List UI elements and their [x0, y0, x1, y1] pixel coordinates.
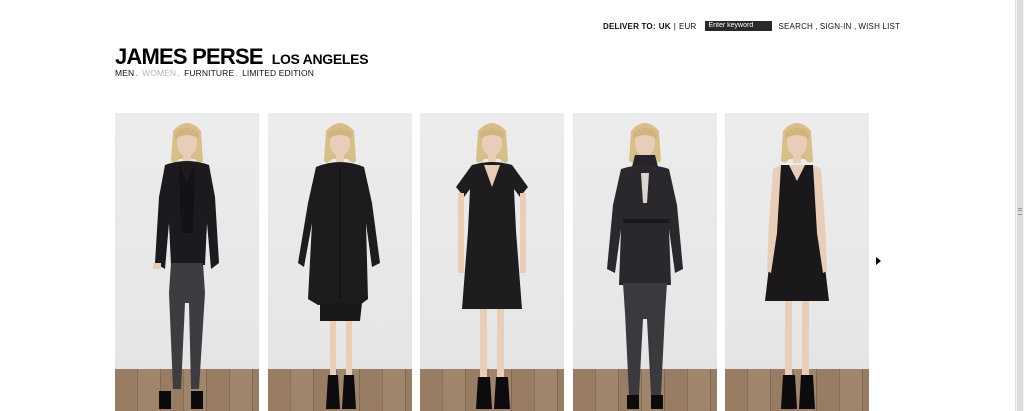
scrollbar-grip-icon: [1018, 208, 1022, 215]
utility-bar: DELIVER TO: UK | EUR SEARCH , SIGN-IN , …: [603, 19, 900, 33]
page: DELIVER TO: UK | EUR SEARCH , SIGN-IN , …: [0, 0, 1024, 411]
currency-selector[interactable]: EUR: [679, 22, 697, 31]
nav-item-furniture[interactable]: FURNITURE: [184, 68, 234, 78]
model-image: [606, 123, 683, 409]
logo-city: LOS ANGELES: [271, 51, 369, 67]
lookbook-item[interactable]: [725, 113, 869, 411]
country-selector[interactable]: UK: [659, 22, 671, 31]
nav-item-men[interactable]: MEN: [115, 68, 134, 78]
scrollbar-thumb[interactable]: [1017, 0, 1023, 411]
logo-brand: JAMES PERSE: [115, 44, 264, 69]
deliver-to-label: DELIVER TO:: [603, 21, 656, 31]
utility-comma: ,: [851, 21, 857, 31]
lookbook-carousel: [115, 113, 869, 411]
scrollbar[interactable]: [1015, 0, 1024, 411]
nav-item-limited-edition[interactable]: LIMITED EDITION: [242, 68, 314, 78]
lookbook-item[interactable]: [572, 113, 717, 411]
model-image: [153, 123, 219, 409]
lookbook-item[interactable]: [267, 113, 412, 411]
sign-in-link[interactable]: SIGN-IN: [820, 22, 852, 31]
chevron-right-icon[interactable]: [876, 257, 881, 265]
search-input[interactable]: [705, 21, 773, 31]
wish-list-link[interactable]: WISH LIST: [858, 22, 900, 31]
search-link[interactable]: SEARCH: [778, 22, 813, 31]
model-image: [765, 123, 829, 409]
lookbook-item[interactable]: [420, 113, 564, 411]
model-image: [297, 123, 380, 409]
category-nav: MEN. WOMEN. FURNITURE. LIMITED EDITION: [115, 68, 314, 78]
utility-separator: |: [673, 21, 676, 31]
model-image: [456, 123, 528, 409]
lookbook-item[interactable]: [115, 113, 259, 411]
nav-separator: .: [235, 68, 238, 78]
utility-comma: ,: [813, 21, 818, 31]
nav-separator: .: [135, 68, 138, 78]
site-logo[interactable]: JAMES PERSE LOS ANGELES: [115, 44, 369, 70]
nav-item-women[interactable]: WOMEN: [142, 68, 176, 78]
nav-separator: .: [177, 68, 180, 78]
